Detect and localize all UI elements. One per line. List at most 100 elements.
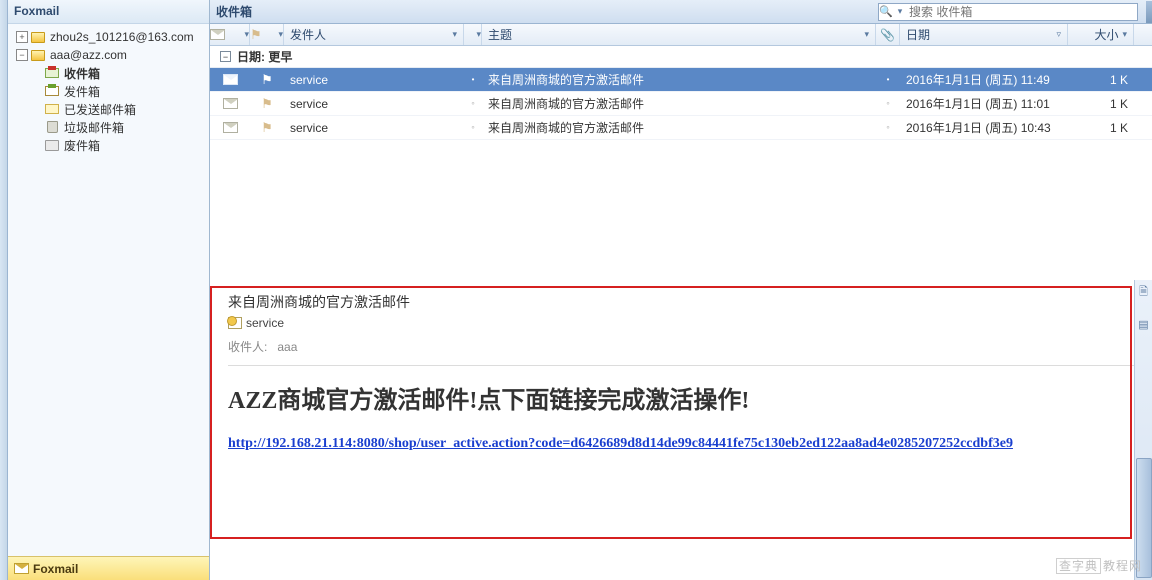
envelope-icon <box>223 74 238 85</box>
mail-row[interactable]: ⚑ service • 来自周洲商城的官方激活邮件 • 2016年1月1日 (周… <box>210 68 1152 92</box>
col-flag[interactable]: ⚑▾ <box>250 24 284 45</box>
mail-date: 2016年1月1日 (周五) 10:43 <box>900 119 1068 136</box>
list-body: − 日期: 更早 ⚑ service • 来自周洲商城的官方激活邮件 • 201… <box>210 46 1152 140</box>
preview-sender: service <box>246 316 284 330</box>
col-attachment[interactable]: 📎 <box>876 24 900 45</box>
group-label: 日期: 更早 <box>237 48 292 65</box>
contact-icon <box>228 317 242 329</box>
recipient-label: 收件人: <box>228 340 267 354</box>
mail-icon <box>14 563 29 574</box>
sidebar: Foxmail + zhou2s_101216@163.com − aaa@az… <box>8 0 210 580</box>
preview-heading: AZZ商城官方激活邮件!点下面链接完成激活操作! <box>228 380 1134 415</box>
flag-icon: ⚑ <box>250 28 262 41</box>
folder-label: 已发送邮件箱 <box>64 101 136 118</box>
expand-icon[interactable]: + <box>16 31 28 43</box>
outbox-icon <box>44 84 60 98</box>
dot-icon: • <box>876 75 900 84</box>
col-subject[interactable]: 主题▾ <box>482 24 876 45</box>
sent-icon <box>44 102 60 116</box>
envelope-icon <box>210 29 225 40</box>
flag-icon[interactable]: ⚑ <box>261 97 273 110</box>
preview-recipient-row: 收件人: aaa <box>228 336 1134 366</box>
sidebar-item-sent[interactable]: 已发送邮件箱 <box>10 100 207 118</box>
search-box[interactable]: 🔍 ▾ <box>878 3 1138 21</box>
folder-icon <box>30 30 46 44</box>
sort-arrow-icon: ▿ <box>1056 29 1061 40</box>
mail-row[interactable]: ⚑ service ∘ 来自周洲商城的官方激活邮件 ∘ 2016年1月1日 (周… <box>210 92 1152 116</box>
col-status-icon[interactable]: ▾ <box>210 24 250 45</box>
activation-link[interactable]: http://192.168.21.114:8080/shop/user_act… <box>228 433 1013 454</box>
group-row[interactable]: − 日期: 更早 <box>210 46 1152 68</box>
sort-arrow-icon: ▾ <box>278 29 283 40</box>
preview-subject: 来自周洲商城的官方激活邮件 <box>228 292 1134 312</box>
folder-label: 收件箱 <box>64 65 100 82</box>
mail-sender: service <box>284 121 464 135</box>
preview-right-bar: 🗎 ▤ <box>1134 280 1152 580</box>
col-sender[interactable]: 发件人 ▾ <box>284 24 464 45</box>
col-label: 大小 <box>1094 26 1118 43</box>
dot-icon: ∘ <box>464 123 482 132</box>
mail-date: 2016年1月1日 (周五) 11:01 <box>900 95 1068 112</box>
sidebar-item-inbox[interactable]: 收件箱 <box>10 64 207 82</box>
envelope-icon <box>223 122 238 133</box>
col-label: 发件人 <box>290 26 326 43</box>
trash-icon <box>44 120 60 134</box>
inbox-icon <box>44 66 60 80</box>
dot-icon: ∘ <box>464 99 482 108</box>
toolbar: 收件箱 🔍 ▾ <box>210 0 1152 24</box>
search-scope-dropdown[interactable]: ▾ <box>893 6 907 17</box>
list-header: ▾ ⚑▾ 发件人▾ ▾ 主题▾ 📎 日期▿ 大小▾ <box>210 24 1152 46</box>
sidebar-header: Foxmail <box>8 0 209 24</box>
recipient-value: aaa <box>277 340 297 354</box>
folder-label: 废件箱 <box>64 137 100 154</box>
options-icon[interactable]: ▤ <box>1138 318 1150 330</box>
dot-icon: • <box>464 75 482 84</box>
flag-icon[interactable]: ⚑ <box>261 73 273 86</box>
col-dot[interactable]: ▾ <box>464 24 482 45</box>
list-blank <box>210 140 1152 280</box>
sidebar-item-deleted[interactable]: 废件箱 <box>10 136 207 154</box>
preview-pane: 来自周洲商城的官方激活邮件 service 收件人: aaa AZZ商城官方激活… <box>210 280 1152 580</box>
sort-arrow-icon: ▾ <box>452 29 457 40</box>
mail-size: 1 K <box>1068 73 1134 87</box>
mail-sender: service <box>284 97 464 111</box>
flag-icon[interactable]: ⚑ <box>261 121 273 134</box>
sort-arrow-icon: ▾ <box>1122 29 1127 40</box>
search-icon: 🔍 <box>879 5 893 19</box>
sort-arrow-icon: ▾ <box>476 29 481 40</box>
folder-label: 垃圾邮件箱 <box>64 119 124 136</box>
col-scroll <box>1134 24 1152 45</box>
mail-date: 2016年1月1日 (周五) 11:49 <box>900 71 1068 88</box>
sidebar-footer[interactable]: Foxmail <box>8 556 209 580</box>
collapse-icon[interactable]: − <box>16 49 28 61</box>
sidebar-item-outbox[interactable]: 发件箱 <box>10 82 207 100</box>
envelope-icon <box>223 98 238 109</box>
col-date[interactable]: 日期 ▿ <box>900 24 1068 45</box>
mail-size: 1 K <box>1068 121 1134 135</box>
col-label: 日期 <box>906 26 930 43</box>
mail-list-area: ▾ ⚑▾ 发件人▾ ▾ 主题▾ 📎 日期▿ 大小▾ − 日期: 更早 ⚑ ser <box>210 24 1152 280</box>
folder-icon <box>30 48 46 62</box>
main-panel: 收件箱 🔍 ▾ ▾ ⚑▾ 发件人▾ ▾ 主题▾ 📎 日期▿ 大小▾ <box>210 0 1152 580</box>
preview-sender-row: service <box>228 316 1134 330</box>
note-icon[interactable]: 🗎 <box>1138 286 1150 298</box>
mail-subject: 来自周洲商城的官方激活邮件 <box>482 119 876 136</box>
col-size[interactable]: 大小 ▾ <box>1068 24 1134 45</box>
search-input[interactable] <box>907 5 1137 19</box>
account-label: zhou2s_101216@163.com <box>50 30 194 44</box>
mail-row[interactable]: ⚑ service ∘ 来自周洲商城的官方激活邮件 ∘ 2016年1月1日 (周… <box>210 116 1152 140</box>
dot-icon: ∘ <box>876 123 900 132</box>
sort-arrow-icon: ▾ <box>244 29 249 40</box>
group-collapse-icon[interactable]: − <box>220 51 231 62</box>
watermark: 查字典教程网 <box>1056 557 1142 574</box>
account-node[interactable]: − aaa@azz.com <box>10 46 207 64</box>
dot-icon: ∘ <box>876 99 900 108</box>
toolbar-splitter[interactable] <box>1146 1 1152 23</box>
sidebar-item-spam[interactable]: 垃圾邮件箱 <box>10 118 207 136</box>
account-node[interactable]: + zhou2s_101216@163.com <box>10 28 207 46</box>
mail-size: 1 K <box>1068 97 1134 111</box>
mail-subject: 来自周洲商城的官方激活邮件 <box>482 71 876 88</box>
footer-label: Foxmail <box>33 562 78 576</box>
account-label: aaa@azz.com <box>50 48 127 62</box>
mail-sender: service <box>284 73 464 87</box>
